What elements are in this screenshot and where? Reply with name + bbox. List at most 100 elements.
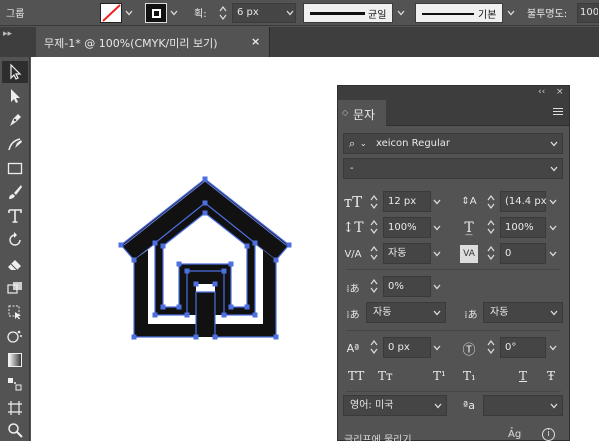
horizontal-scale-field[interactable]: 100% xyxy=(500,217,546,238)
font-family-field[interactable]: ⌕ ⌄ xeicon Regular xyxy=(343,133,563,154)
tracking-field[interactable]: 0 xyxy=(500,243,546,264)
tsume-field[interactable]: 0% xyxy=(383,276,431,297)
tab-character[interactable]: ◇ 문자 xyxy=(338,100,386,126)
eraser-tool-icon[interactable] xyxy=(2,253,28,275)
section-divider xyxy=(346,391,561,392)
search-icon: ⌕ xyxy=(349,137,356,150)
language-value: 영어: 미국 xyxy=(350,400,394,411)
variable-width-profile[interactable]: 균일 xyxy=(303,3,393,23)
stroke-weight-spinner[interactable] xyxy=(218,3,230,23)
vertical-scale-value: 100% xyxy=(388,222,417,233)
kerning-spinner[interactable] xyxy=(369,243,381,263)
chevron-down-icon xyxy=(434,396,442,415)
character-panel: ‹‹ × ◇ 문자 ⌕ ⌄ xeicon Regular - ᴛT 12 px … xyxy=(337,85,570,441)
baseline-shift-spinner[interactable] xyxy=(369,337,381,357)
kerning-field[interactable]: 자동 xyxy=(383,243,431,264)
gradient-tool-icon[interactable] xyxy=(2,349,28,371)
rotate-tool-icon[interactable] xyxy=(2,229,28,251)
brush-definition[interactable]: 기본 xyxy=(415,3,503,23)
fill-swatch[interactable] xyxy=(100,3,122,23)
vertical-scale-field[interactable]: 100% xyxy=(383,217,431,238)
shape-builder-tool-icon[interactable] xyxy=(2,277,28,299)
chevron-down-icon xyxy=(550,303,558,322)
pen-tool-icon[interactable] xyxy=(2,109,28,131)
artboard-tool-icon[interactable] xyxy=(2,397,28,419)
tab-grip-icon: ◇ xyxy=(342,108,349,117)
leading-spinner[interactable] xyxy=(486,192,498,212)
tsume-icon: ⁞あ xyxy=(346,283,360,295)
language-field[interactable]: 영어: 미국 xyxy=(343,395,447,416)
blend-tool-icon[interactable] xyxy=(2,373,28,395)
subscript-button[interactable]: T₁ xyxy=(463,369,476,383)
object-type-label: 그룹 xyxy=(6,9,25,20)
stroke-dropdown-arrow[interactable] xyxy=(168,3,180,23)
brush-dropdown[interactable] xyxy=(505,3,517,23)
font-size-field[interactable]: 12 px xyxy=(383,191,431,212)
antialias-field[interactable] xyxy=(483,395,563,416)
aki-right-icon: ⁞あ xyxy=(464,309,478,321)
aki-right-field[interactable]: 자동 xyxy=(483,302,563,323)
tracking-spinner[interactable] xyxy=(486,243,498,263)
tsume-spinner[interactable] xyxy=(369,276,381,296)
horizontal-scale-value: 100% xyxy=(505,222,534,233)
rotation-spinner[interactable] xyxy=(486,337,498,357)
free-transform-tool-icon[interactable] xyxy=(2,301,28,323)
small-caps-button[interactable]: Tт xyxy=(378,369,393,383)
font-style-field[interactable]: - xyxy=(343,158,563,179)
direct-selection-tool-icon[interactable] xyxy=(2,85,28,107)
opacity-field[interactable]: 100% xyxy=(577,3,599,23)
rotation-dropdown[interactable] xyxy=(546,337,560,358)
kerning-dropdown[interactable] xyxy=(430,243,444,264)
opacity-value: 100% xyxy=(580,7,599,18)
baseline-shift-field[interactable]: 0 px xyxy=(383,337,431,358)
section-divider xyxy=(346,330,561,331)
selection-tool-icon[interactable] xyxy=(2,61,28,83)
type-tool-icon[interactable] xyxy=(2,205,28,227)
stroke-weight-label: 획: xyxy=(194,9,207,20)
symbol-sprayer-tool-icon[interactable] xyxy=(2,325,28,347)
baseline-shift-dropdown[interactable] xyxy=(430,337,444,358)
vertical-scale-spinner[interactable] xyxy=(369,217,381,237)
document-tab[interactable]: 무제-1* @ 100%(CMYK/미리 보기) × xyxy=(36,27,270,57)
curvature-tool-icon[interactable] xyxy=(2,133,28,155)
vertical-scale-dropdown[interactable] xyxy=(430,217,444,238)
leading-field[interactable]: (14.4 px xyxy=(500,191,547,212)
document-tab-close-icon[interactable]: × xyxy=(251,35,260,48)
leading-dropdown[interactable] xyxy=(546,191,560,212)
leading-value: (14.4 px xyxy=(505,196,547,207)
info-icon[interactable]: i xyxy=(542,428,555,441)
tracking-dropdown[interactable] xyxy=(546,243,560,264)
underline-button[interactable]: T xyxy=(519,369,527,383)
panel-menu-icon[interactable] xyxy=(553,108,563,116)
panel-close-icon[interactable]: × xyxy=(556,87,564,97)
horizontal-scale-spinner[interactable] xyxy=(486,217,498,237)
stroke-swatch[interactable] xyxy=(145,3,167,23)
zoom-tool-icon[interactable] xyxy=(2,419,28,441)
glyph-snap-icon[interactable]: Ảg xyxy=(508,429,521,440)
section-divider xyxy=(346,269,561,270)
profile-dropdown[interactable] xyxy=(395,3,407,23)
superscript-button[interactable]: T¹ xyxy=(433,369,446,383)
horizontal-scale-dropdown[interactable] xyxy=(546,217,560,238)
rectangle-tool-icon[interactable] xyxy=(2,157,28,179)
snap-to-glyph-label: 글리프에 물리기 xyxy=(344,435,412,441)
panel-collapse-icon[interactable]: ‹‹ xyxy=(538,87,545,97)
stroke-weight-value: 6 px xyxy=(237,7,259,18)
paintbrush-tool-icon[interactable] xyxy=(2,181,28,203)
panel-title-bar[interactable]: ‹‹ × xyxy=(338,86,569,100)
toolbar-collapse-icon[interactable]: ▸▸ xyxy=(3,29,12,39)
font-size-dropdown[interactable] xyxy=(430,191,444,212)
font-style-value: - xyxy=(350,163,354,174)
character-rotation-icon: Ⓣ xyxy=(462,342,476,358)
stroke-weight-dropdown[interactable] xyxy=(284,3,296,23)
leading-icon: ⇕A xyxy=(461,195,477,207)
aki-left-field[interactable]: 자동 xyxy=(366,302,446,323)
font-size-spinner[interactable] xyxy=(369,192,381,212)
strikethrough-button[interactable]: Ŧ xyxy=(547,369,555,383)
all-caps-button[interactable]: TT xyxy=(348,369,364,383)
rotation-field[interactable]: 0° xyxy=(500,337,546,358)
tsume-dropdown[interactable] xyxy=(430,276,444,297)
tsume-value: 0% xyxy=(388,281,404,292)
control-bar: 그룹 획: 6 px 균일 기본 불투명도: 100% xyxy=(0,0,599,26)
fill-dropdown-arrow[interactable] xyxy=(123,3,135,23)
